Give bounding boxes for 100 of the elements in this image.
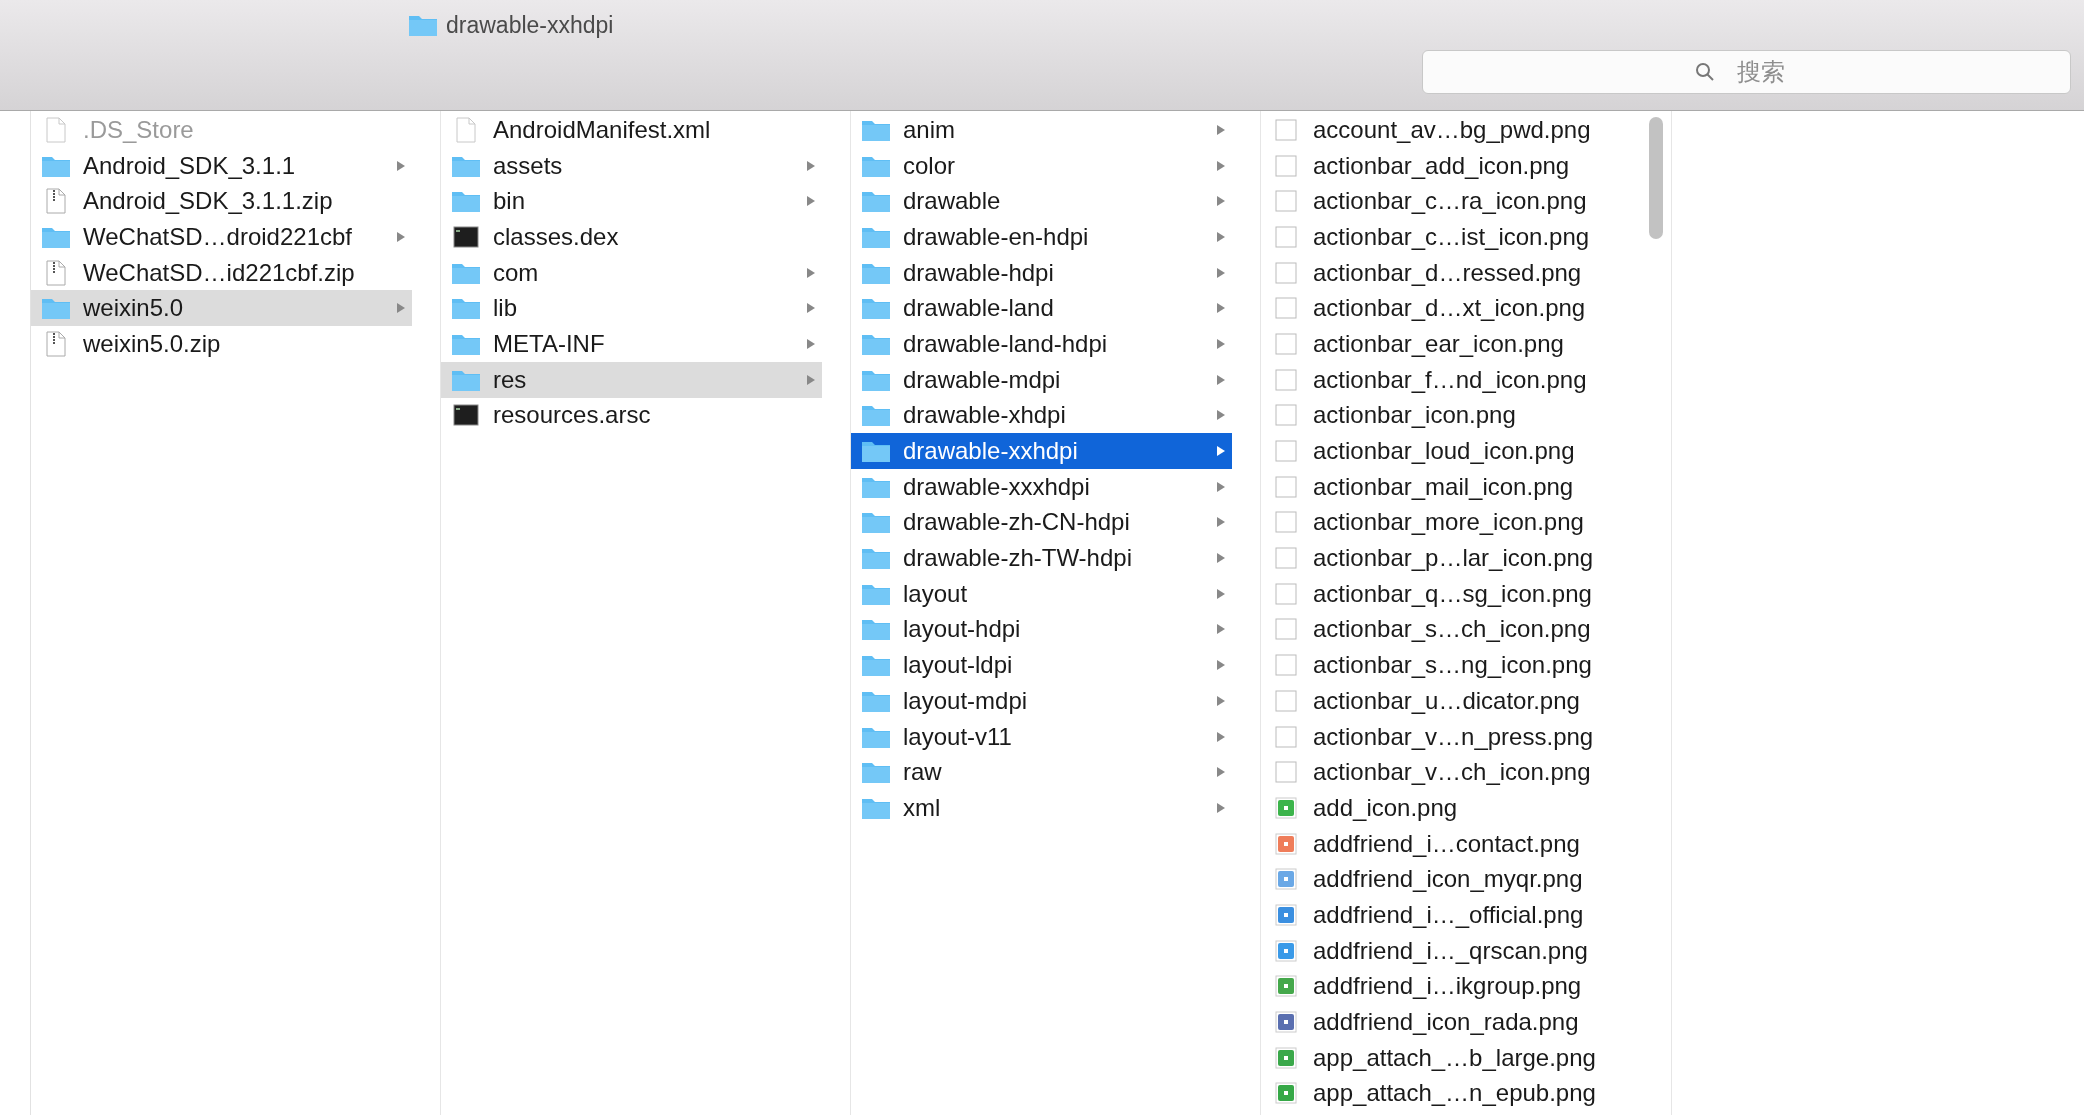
folder-item[interactable]: layout-mdpi: [851, 683, 1232, 719]
disclosure-triangle-icon: [1216, 766, 1226, 779]
search-field[interactable]: 搜索: [1422, 50, 2071, 94]
disclosure-triangle-icon: [1216, 373, 1226, 386]
folder-item[interactable]: color: [851, 147, 1232, 184]
image-file-icon: [1275, 261, 1297, 284]
file-item[interactable]: app_attach_…n_epub.png: [1261, 1075, 1642, 1112]
disclosure-triangle-icon: [806, 195, 816, 208]
file-item[interactable]: resources.arsc: [441, 397, 822, 434]
file-item[interactable]: weixin5.0.zip: [31, 326, 412, 362]
file-item[interactable]: WeChatSD…id221cbf.zip: [31, 254, 412, 291]
folder-item[interactable]: layout-v11: [851, 718, 1232, 755]
folder-item[interactable]: anim: [851, 112, 1232, 148]
file-item[interactable]: actionbar_s…ch_icon.png: [1261, 611, 1642, 648]
file-item[interactable]: addfriend_i…contact.png: [1261, 825, 1642, 862]
file-item[interactable]: app_attach_…b_large.png: [1261, 1039, 1642, 1076]
file-item[interactable]: actionbar_mail_icon.png: [1261, 468, 1642, 505]
file-item[interactable]: addfriend_icon_rada.png: [1261, 1004, 1642, 1040]
file-item[interactable]: actionbar_loud_icon.png: [1261, 433, 1642, 469]
file-item[interactable]: actionbar_d…xt_icon.png: [1261, 290, 1642, 327]
disclosure-triangle-icon: [1216, 659, 1226, 672]
file-item[interactable]: account_av…bg_pwd.png: [1261, 112, 1642, 148]
image-file-icon: [1275, 154, 1297, 177]
image-file-icon: [1275, 618, 1297, 641]
file-item[interactable]: addfriend_i…_official.png: [1261, 897, 1642, 933]
image-file-icon: [1275, 689, 1297, 712]
folder-item[interactable]: WeChatSD…droid221cbf: [31, 219, 412, 255]
folder-item[interactable]: lib: [441, 290, 822, 327]
folder-icon: [861, 189, 891, 214]
folder-item[interactable]: drawable-en-hdpi: [851, 219, 1232, 255]
file-item[interactable]: add_icon.png: [1261, 790, 1642, 826]
disclosure-triangle-icon: [396, 159, 406, 172]
disclosure-triangle-icon: [1216, 480, 1226, 493]
file-item[interactable]: Android_SDK_3.1.1.zip: [31, 183, 412, 220]
folder-item[interactable]: drawable: [851, 183, 1232, 220]
image-file-icon: [1275, 725, 1297, 748]
folder-item[interactable]: META-INF: [441, 326, 822, 362]
image-file-icon: [1275, 761, 1297, 784]
file-item[interactable]: actionbar_u…dicator.png: [1261, 683, 1642, 719]
folder-item[interactable]: drawable-hdpi: [851, 254, 1232, 291]
window-title: drawable-xxhdpi: [446, 11, 614, 39]
file-item[interactable]: actionbar_ear_icon.png: [1261, 326, 1642, 362]
document-icon: [455, 116, 477, 143]
file-item[interactable]: actionbar_f…nd_icon.png: [1261, 361, 1642, 398]
folder-item[interactable]: weixin5.0: [31, 290, 412, 327]
disclosure-triangle-icon: [1216, 730, 1226, 743]
file-item[interactable]: actionbar_add_icon.png: [1261, 147, 1642, 184]
file-item[interactable]: actionbar_s…ng_icon.png: [1261, 647, 1642, 683]
folder-item[interactable]: drawable-xxhdpi: [851, 433, 1232, 469]
file-item[interactable]: actionbar_q…sg_icon.png: [1261, 575, 1642, 612]
disclosure-triangle-icon: [806, 266, 816, 279]
terminal-file-icon: [453, 404, 479, 427]
file-item[interactable]: actionbar_c…ra_icon.png: [1261, 183, 1642, 220]
folder-item[interactable]: drawable-land: [851, 290, 1232, 327]
image-file-icon: [1275, 297, 1297, 320]
file-item[interactable]: classes.dex: [441, 219, 822, 255]
file-item[interactable]: actionbar_v…n_press.png: [1261, 718, 1642, 755]
file-item[interactable]: AndroidManifest.xml: [441, 112, 822, 148]
image-file-icon: [1275, 475, 1297, 498]
folder-item[interactable]: drawable-zh-CN-hdpi: [851, 504, 1232, 541]
folder-item[interactable]: raw: [851, 754, 1232, 791]
disclosure-triangle-icon: [1216, 159, 1226, 172]
folder-item[interactable]: xml: [851, 790, 1232, 826]
image-file-icon: [1275, 654, 1297, 677]
disclosure-triangle-icon: [1216, 445, 1226, 458]
file-item[interactable]: addfriend_icon_myqr.png: [1261, 861, 1642, 898]
file-item[interactable]: addfriend_i…ikgroup.png: [1261, 968, 1642, 1005]
file-item[interactable]: actionbar_c…ist_icon.png: [1261, 219, 1642, 255]
file-item[interactable]: actionbar_v…ch_icon.png: [1261, 754, 1642, 791]
disclosure-triangle-icon: [1216, 195, 1226, 208]
folder-item[interactable]: drawable-mdpi: [851, 361, 1232, 398]
disclosure-triangle-icon: [396, 230, 406, 243]
folder-item[interactable]: Android_SDK_3.1.1: [31, 147, 412, 184]
disclosure-triangle-icon: [806, 337, 816, 350]
image-file-icon: [1275, 332, 1297, 355]
folder-item[interactable]: layout-ldpi: [851, 647, 1232, 683]
scrollbar-thumb[interactable]: [1649, 117, 1663, 239]
image-file-icon: [1275, 582, 1297, 605]
folder-item[interactable]: drawable-zh-TW-hdpi: [851, 540, 1232, 576]
folder-item[interactable]: drawable-xxxhdpi: [851, 468, 1232, 505]
file-item[interactable]: actionbar_p…lar_icon.png: [1261, 540, 1642, 576]
folder-item[interactable]: bin: [441, 183, 822, 220]
folder-item[interactable]: layout-hdpi: [851, 611, 1232, 648]
folder-item[interactable]: assets: [441, 147, 822, 184]
disclosure-triangle-icon: [806, 373, 816, 386]
file-item[interactable]: actionbar_d…ressed.png: [1261, 254, 1642, 291]
folder-item[interactable]: layout: [851, 575, 1232, 612]
image-file-icon: [1275, 190, 1297, 213]
folder-item[interactable]: drawable-xhdpi: [851, 397, 1232, 434]
disclosure-triangle-icon: [1216, 409, 1226, 422]
disclosure-triangle-icon: [1216, 266, 1226, 279]
file-item[interactable]: actionbar_more_icon.png: [1261, 504, 1642, 541]
disclosure-triangle-icon: [1216, 587, 1226, 600]
disclosure-triangle-icon: [1216, 516, 1226, 529]
file-item[interactable]: actionbar_icon.png: [1261, 397, 1642, 434]
folder-item[interactable]: drawable-land-hdpi: [851, 326, 1232, 362]
folder-item[interactable]: res: [441, 361, 822, 398]
file-item[interactable]: addfriend_i…_qrscan.png: [1261, 932, 1642, 969]
folder-item[interactable]: com: [441, 254, 822, 291]
image-file-icon: [1275, 547, 1297, 570]
